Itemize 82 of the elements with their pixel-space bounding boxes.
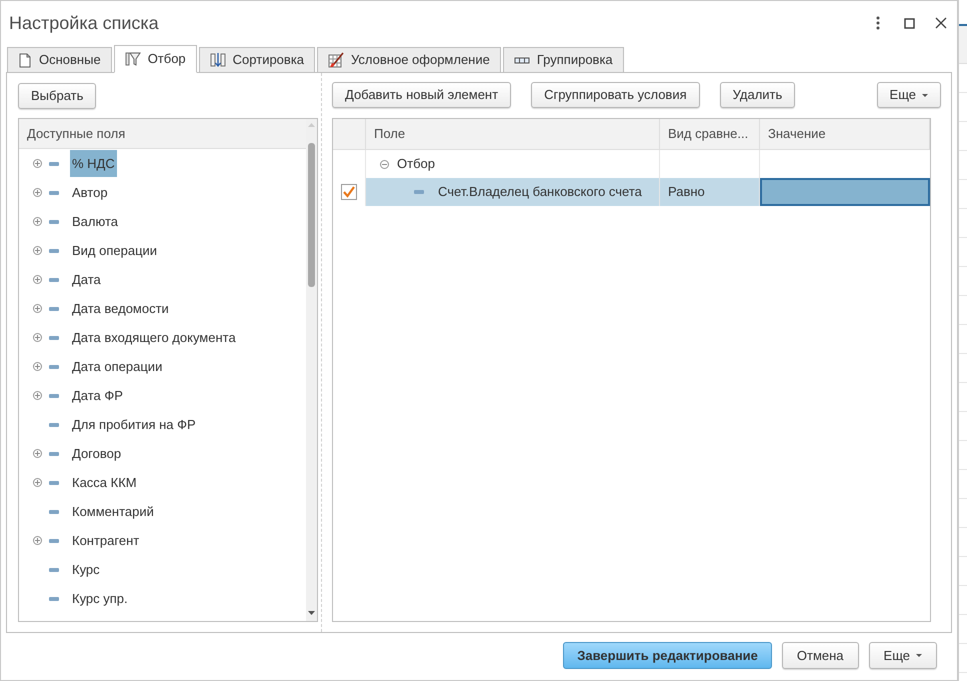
scroll-thumb[interactable] [308, 143, 315, 287]
expand-icon[interactable] [32, 449, 42, 458]
tree-item[interactable]: Дата [70, 266, 103, 293]
close-icon[interactable] [935, 17, 947, 29]
window-title: Настройка списка [9, 12, 160, 35]
tab[interactable]: Сортировка [198, 47, 316, 73]
scroll-down-icon[interactable] [308, 611, 315, 615]
table-cell-text: Отбор [397, 155, 435, 174]
field-icon [49, 306, 59, 310]
toolbar-button[interactable]: Сгруппировать условия [531, 82, 700, 108]
expand-icon[interactable] [32, 304, 42, 313]
field-icon [49, 336, 59, 340]
toolbar-button[interactable]: Удалить [720, 82, 796, 108]
field-icon [49, 452, 59, 456]
expand-icon[interactable] [32, 246, 42, 255]
field-icon [49, 480, 59, 484]
expand-icon[interactable] [32, 275, 42, 284]
page-icon [18, 52, 32, 68]
scrollbar[interactable] [306, 119, 317, 621]
finish-button[interactable]: Завершить редактирование [563, 642, 772, 669]
select-button[interactable]: Выбрать [18, 83, 96, 109]
column-header: Вид сравне... [660, 119, 760, 149]
field-icon [49, 220, 59, 224]
tree-item[interactable]: Договор [70, 440, 124, 467]
value-field[interactable] [760, 178, 930, 206]
checkbox[interactable] [341, 184, 357, 200]
expand-icon[interactable] [32, 478, 42, 487]
tree-item[interactable]: Курс [70, 556, 102, 583]
tree-item[interactable]: Касса ККМ [70, 469, 139, 496]
column-header: Поле [366, 119, 660, 149]
field-icon [49, 364, 59, 368]
more-button[interactable]: Еще [876, 82, 941, 108]
tree-item[interactable]: Для пробития на ФР [70, 411, 198, 438]
column-header: Значение [760, 119, 930, 149]
more-icon[interactable] [876, 16, 880, 30]
maximize-icon[interactable] [904, 18, 915, 28]
expand-icon[interactable] [32, 391, 42, 400]
field-icon [49, 190, 59, 194]
toolbar-button[interactable]: Добавить новый элемент [332, 82, 512, 108]
tab[interactable]: Группировка [502, 47, 624, 73]
more-button[interactable]: Еще [868, 642, 937, 669]
tree-item[interactable]: Комментарий [70, 498, 156, 525]
table-cell-text: Равно [668, 183, 705, 202]
tree-item[interactable]: Контрагент [70, 527, 142, 554]
table-row[interactable]: Счет.Владелец банковского счета Равно [333, 178, 930, 206]
tree-item[interactable]: % НДС [70, 150, 117, 177]
collapse-icon[interactable] [380, 160, 389, 168]
tree-item[interactable]: Валюта [70, 208, 120, 235]
tab[interactable]: Условное оформление [317, 47, 501, 73]
field-icon [49, 568, 59, 572]
expand-icon[interactable] [32, 217, 42, 226]
field-icon [49, 278, 59, 282]
expand-icon[interactable] [32, 159, 42, 168]
field-icon [49, 422, 59, 426]
field-icon [49, 596, 59, 600]
brush-icon [328, 52, 344, 68]
tree-item[interactable]: Курс упр. [70, 585, 130, 612]
tree-item[interactable]: Дата ведомости [70, 295, 171, 322]
tab[interactable]: Отбор [114, 45, 197, 73]
tree-item[interactable]: Дата операции [70, 353, 164, 380]
tree-item[interactable]: Автор [70, 179, 110, 206]
caret-icon [922, 94, 928, 96]
field-icon [414, 190, 424, 194]
cancel-button[interactable]: Отмена [782, 642, 859, 669]
field-icon [49, 248, 59, 252]
filter-icon [124, 51, 141, 67]
field-icon [49, 394, 59, 398]
field-icon [49, 162, 59, 166]
expand-icon[interactable] [32, 536, 42, 545]
tree-item[interactable]: Дата ФР [70, 382, 125, 409]
expand-icon[interactable] [32, 362, 42, 371]
tree-item[interactable]: Вид операции [70, 237, 160, 264]
caret-icon [916, 654, 922, 657]
tab[interactable]: Основные [7, 47, 112, 73]
column-header: Доступные поля [19, 119, 306, 149]
table-cell-text: Счет.Владелец банковского счета [438, 183, 642, 202]
tree-item[interactable]: Дата входящего документа [70, 324, 238, 351]
sort-icon [210, 52, 226, 68]
field-icon [49, 538, 59, 542]
expand-icon[interactable] [32, 188, 42, 197]
expand-icon[interactable] [32, 333, 42, 342]
field-icon [49, 510, 59, 514]
